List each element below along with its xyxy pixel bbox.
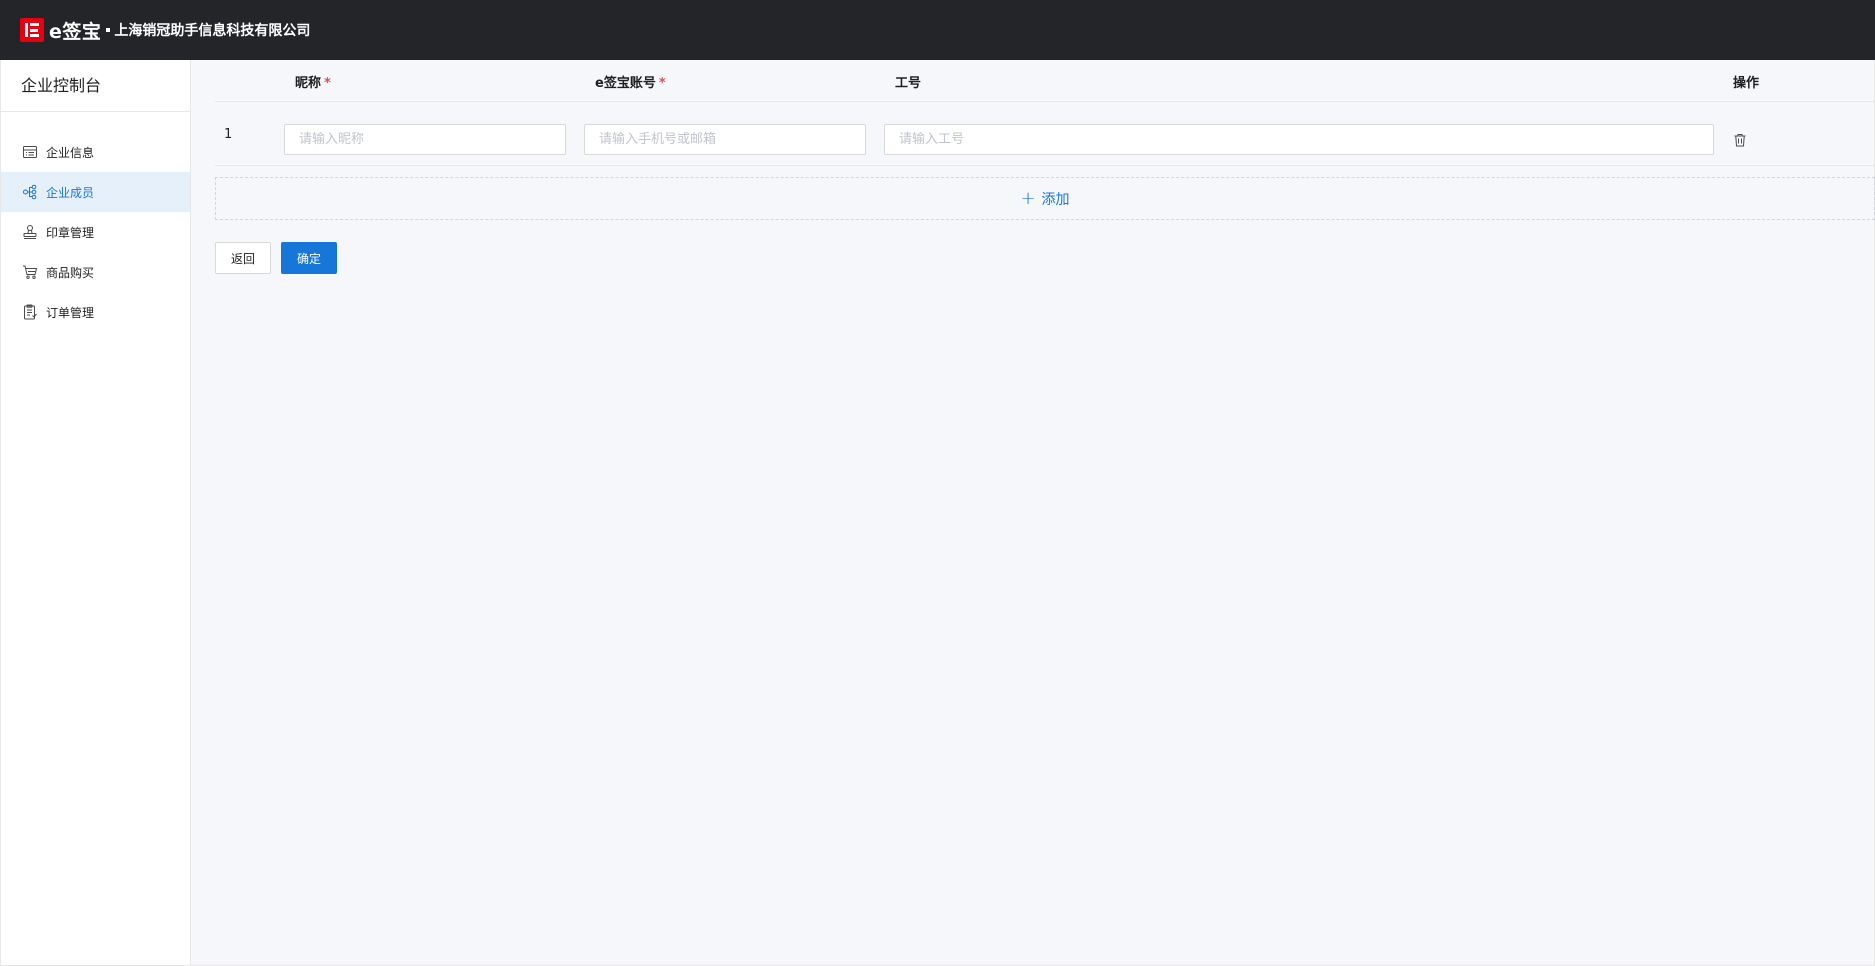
members-icon	[22, 184, 38, 200]
column-header-operations: 操作	[1733, 76, 1760, 91]
employee-number-input[interactable]	[884, 124, 1714, 155]
sidebar-item-label: 订单管理	[46, 305, 95, 320]
sidebar-item-label: 商品购买	[46, 265, 95, 280]
required-mark: *	[658, 76, 666, 91]
members-table: 昵称 * e签宝账号 * 工号 操作 1 请输入昵称 请输入手机号或邮箱 请输入…	[215, 60, 1875, 220]
esign-logo-icon[interactable]	[20, 18, 44, 42]
sidebar-item-members[interactable]: 企业成员	[1, 172, 190, 212]
column-header-name: 昵称 *	[295, 76, 331, 91]
required-mark: *	[324, 76, 331, 91]
brand-name[interactable]: e签宝	[49, 17, 101, 44]
sidebar-item-enterprise-info[interactable]: 企业信息	[1, 132, 190, 172]
seal-icon	[22, 224, 38, 240]
enterprise-info-icon	[22, 144, 38, 160]
sidebar-item-product-purchase[interactable]: 商品购买	[1, 252, 190, 292]
add-member-label: 添加	[1041, 191, 1070, 208]
sidebar-menu: 企业信息 企业成员 印章管理 商品购买 订单管理	[1, 132, 190, 332]
table-header: 昵称 * e签宝账号 * 工号 操作	[215, 60, 1875, 102]
company-name: 上海销冠助手信息科技有限公司	[114, 23, 311, 39]
sidebar-item-seal-management[interactable]: 印章管理	[1, 212, 190, 252]
delete-icon[interactable]	[1732, 132, 1748, 148]
account-input[interactable]	[584, 124, 866, 155]
add-member-button[interactable]: + 添加	[215, 177, 1875, 220]
sidebar-item-label: 印章管理	[46, 225, 95, 240]
sidebar: 企业控制台 企业信息 企业成员 印章管理 商品购买 订单管理	[0, 60, 191, 966]
back-button[interactable]: 返回	[215, 242, 271, 274]
sidebar-item-label: 企业成员	[46, 185, 95, 200]
row-index: 1	[224, 127, 233, 142]
sidebar-item-order-management[interactable]: 订单管理	[1, 292, 190, 332]
brand-separator	[106, 28, 111, 32]
form-actions: 返回 确定	[215, 242, 337, 274]
main-content: 昵称 * e签宝账号 * 工号 操作 1 请输入昵称 请输入手机号或邮箱 请输入…	[191, 60, 1875, 966]
page: e签宝 上海销冠助手信息科技有限公司 企业控制台 企业信息 企业成员 印章管理 …	[0, 0, 1875, 966]
order-icon	[22, 304, 38, 320]
nickname-input[interactable]	[284, 124, 566, 155]
top-bar: e签宝 上海销冠助手信息科技有限公司	[0, 0, 1875, 60]
column-header-account: e签宝账号 *	[595, 76, 666, 91]
table-row: 1	[215, 102, 1875, 166]
cart-icon	[22, 264, 38, 280]
column-header-employee-number: 工号	[895, 76, 922, 91]
sidebar-title: 企业控制台	[1, 60, 190, 112]
plus-icon: +	[1020, 187, 1036, 209]
sidebar-item-label: 企业信息	[46, 145, 95, 160]
confirm-button[interactable]: 确定	[281, 242, 337, 274]
